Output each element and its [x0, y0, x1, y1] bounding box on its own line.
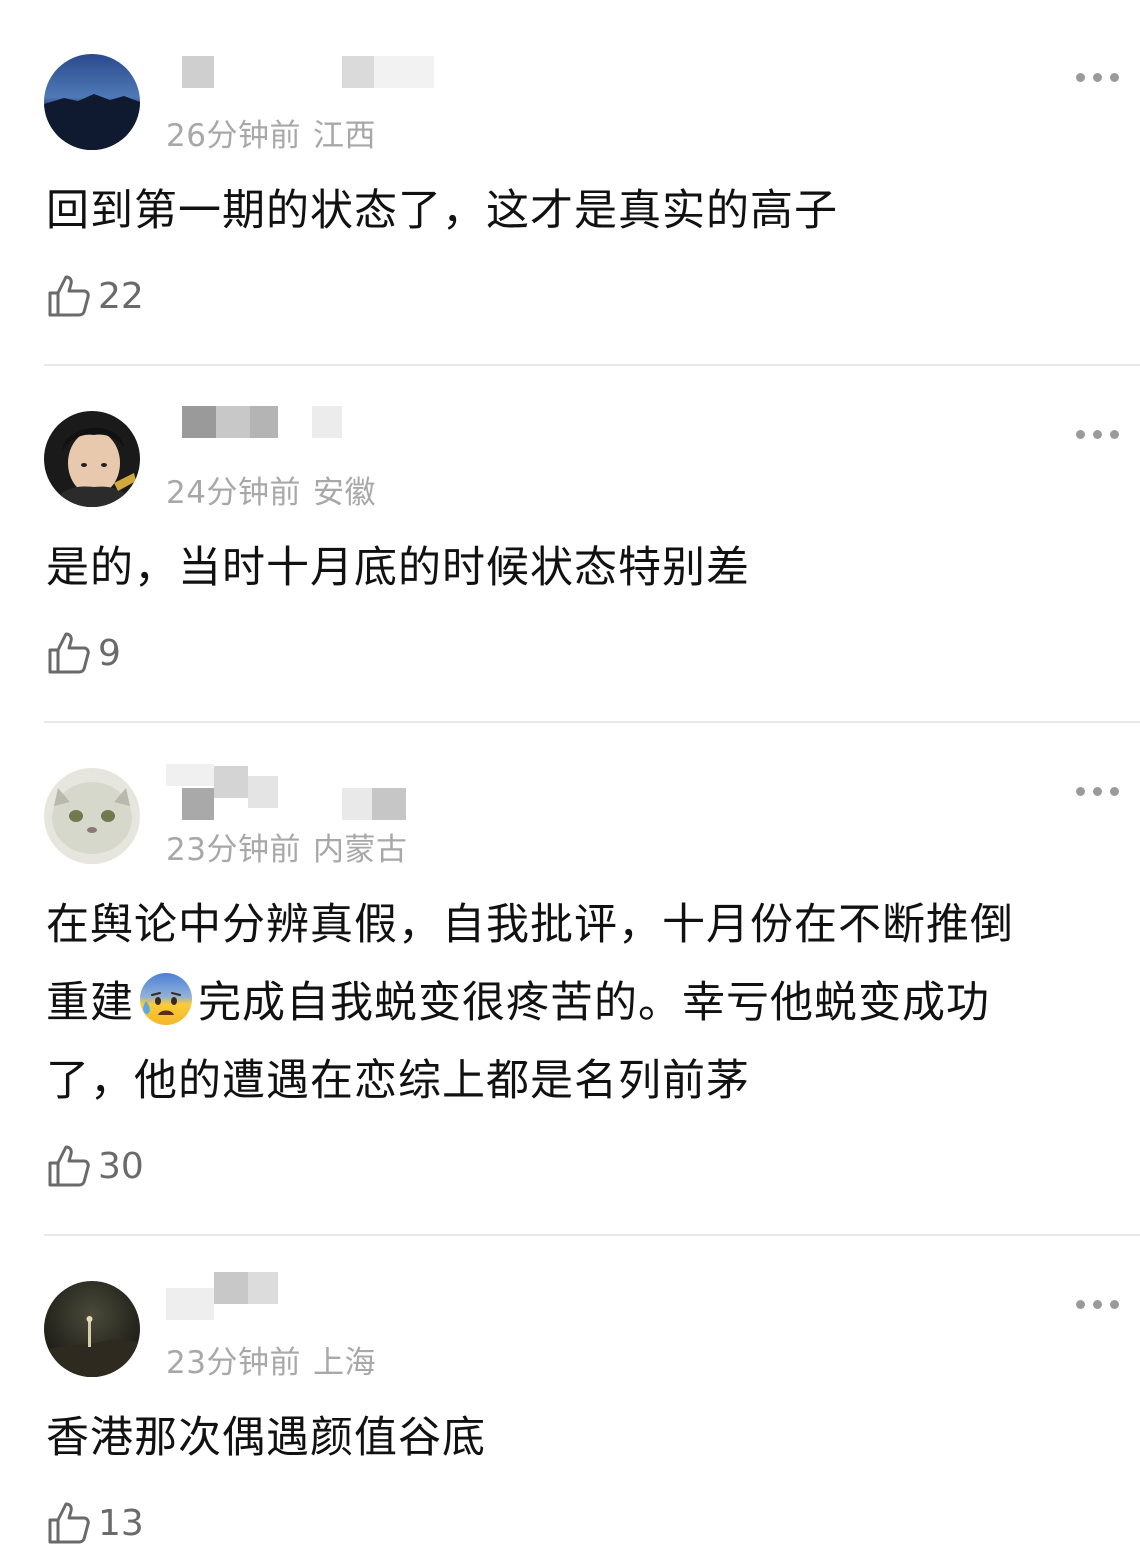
like-button[interactable]: 22	[46, 272, 144, 320]
comment-meta: 23分钟前 上海	[166, 1337, 376, 1382]
comment-text: 在舆论中分辨真假，自我批评，十月份在不断推倒 重建 完成自我蜕变很疼苦的。幸亏他…	[46, 886, 1126, 1120]
comment-text-line: 在舆论中分辨真假，自我批评，十月份在不断推倒	[46, 900, 1014, 950]
comment-time: 23分钟前	[166, 832, 301, 868]
comment-location: 安徽	[312, 475, 376, 511]
more-options-icon[interactable]	[1076, 427, 1120, 443]
comment-meta: 26分钟前 江西	[166, 110, 376, 155]
username-blurred[interactable]	[166, 1272, 456, 1320]
comment-time: 24分钟前	[166, 475, 301, 511]
like-button[interactable]: 30	[46, 1142, 144, 1190]
comment-text: 是的，当时十月底的时候状态特别差	[46, 543, 750, 593]
thumbs-up-icon	[48, 632, 90, 674]
like-count: 30	[98, 1145, 144, 1187]
username-blurred[interactable]	[166, 764, 456, 820]
comment-text: 回到第一期的状态了，这才是真实的高子	[46, 186, 838, 236]
more-options-icon[interactable]	[1076, 1297, 1120, 1313]
comment-location: 上海	[312, 1345, 376, 1381]
comment-text-segment: 完成自我蜕变很疼苦的。幸亏他蜕变成功	[198, 978, 990, 1028]
comment-text-line: 重建 完成自我蜕变很疼苦的。幸亏他蜕变成功	[46, 964, 1126, 1042]
divider	[44, 364, 1140, 366]
like-count: 22	[98, 275, 144, 317]
avatar[interactable]	[44, 1281, 140, 1377]
comment-meta: 24分钟前 安徽	[166, 467, 376, 512]
divider	[44, 1234, 1140, 1236]
avatar[interactable]	[44, 768, 140, 864]
username-blurred[interactable]	[166, 406, 456, 446]
more-options-icon[interactable]	[1076, 70, 1120, 86]
like-button[interactable]: 9	[46, 629, 121, 677]
username-blurred[interactable]	[166, 56, 456, 96]
comment-location: 内蒙古	[312, 832, 408, 868]
more-options-icon[interactable]	[1076, 784, 1120, 800]
comment-text: 香港那次偶遇颜值谷底	[46, 1413, 486, 1463]
comment-location: 江西	[312, 118, 376, 154]
comment-time: 26分钟前	[166, 118, 301, 154]
comment-time: 23分钟前	[166, 1345, 301, 1381]
thumbs-up-icon	[48, 275, 90, 317]
comment-text-line: 了，他的遭遇在恋综上都是名列前茅	[46, 1056, 750, 1106]
like-button[interactable]: 13	[46, 1499, 144, 1547]
like-count: 13	[98, 1502, 144, 1544]
comment-text-segment: 重建	[46, 978, 134, 1028]
divider	[44, 721, 1140, 723]
thumbs-up-icon	[48, 1145, 90, 1187]
anxious-face-with-sweat-emoji	[140, 973, 192, 1025]
avatar[interactable]	[44, 411, 140, 507]
thumbs-up-icon	[48, 1502, 90, 1544]
avatar[interactable]	[44, 54, 140, 150]
comment-meta: 23分钟前 内蒙古	[166, 824, 407, 869]
like-count: 9	[98, 632, 121, 674]
